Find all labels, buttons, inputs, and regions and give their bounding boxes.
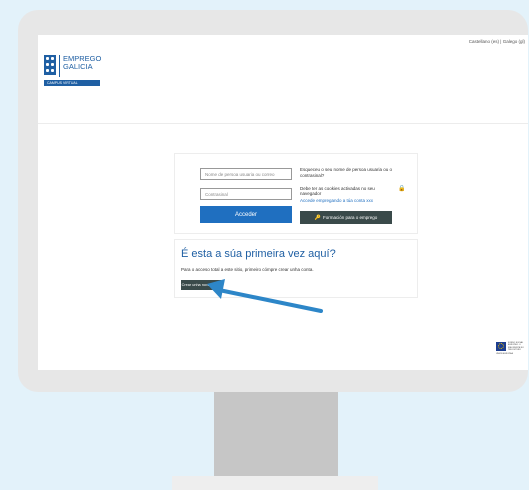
monitor-base bbox=[172, 476, 378, 490]
monitor-stand bbox=[214, 392, 338, 476]
arrow-shaft bbox=[217, 288, 323, 313]
arrow-head bbox=[207, 279, 225, 299]
